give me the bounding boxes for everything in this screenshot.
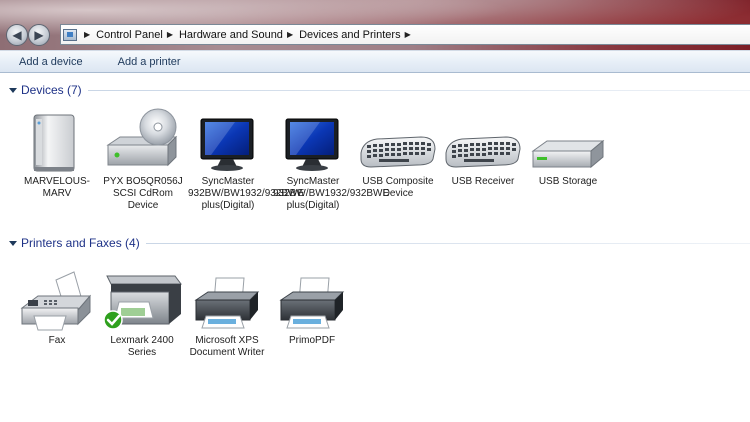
device-tile[interactable]: SyncMaster 932BW/BW1932/932BWE plus(Digi… bbox=[187, 107, 305, 212]
add-device-button[interactable]: Add a device bbox=[13, 54, 89, 70]
device-tile[interactable]: USB Storage bbox=[527, 107, 609, 188]
chevron-right-icon[interactable]: ▶ bbox=[84, 30, 90, 39]
chevron-right-icon[interactable]: ▶ bbox=[405, 30, 411, 39]
device-label: USB Receiver bbox=[451, 176, 515, 187]
collapse-arrow-icon[interactable] bbox=[9, 87, 17, 93]
devices-group-title: Devices (7) bbox=[21, 83, 82, 97]
device-label: USB Composite Device bbox=[362, 176, 434, 199]
device-label: SyncMaster 932BW/BW1932/932BWE plus(Digi… bbox=[273, 176, 390, 211]
group-divider bbox=[87, 90, 750, 91]
computer-tower-icon bbox=[16, 107, 98, 173]
control-panel-icon bbox=[63, 28, 77, 41]
device-label: USB Storage bbox=[538, 176, 598, 187]
multifunction-printer-icon bbox=[101, 266, 183, 332]
devices-group-header[interactable]: Devices (7) bbox=[0, 81, 750, 99]
printers-group-title: Printers and Faxes (4) bbox=[21, 236, 140, 250]
monitor-icon bbox=[187, 107, 269, 173]
add-printer-button[interactable]: Add a printer bbox=[112, 54, 187, 70]
printer-icon bbox=[186, 266, 268, 332]
keyboard-icon bbox=[357, 107, 439, 173]
printer-label: Lexmark 2400 Series bbox=[110, 335, 174, 358]
chevron-right-icon[interactable]: ▶ bbox=[167, 30, 173, 39]
device-tile[interactable]: USB Composite Device bbox=[357, 107, 439, 200]
command-bar: Add a device Add a printer bbox=[0, 50, 750, 73]
printer-icon bbox=[271, 266, 353, 332]
printer-label: Fax bbox=[48, 335, 66, 346]
cd-drive-icon bbox=[102, 107, 184, 173]
device-label: PYX BO5QR056J SCSI CdRom Device bbox=[103, 176, 183, 211]
collapse-arrow-icon[interactable] bbox=[9, 240, 17, 246]
group-divider bbox=[145, 243, 750, 244]
external-drive-icon bbox=[527, 107, 609, 173]
device-tile[interactable]: PYX BO5QR056J SCSI CdRom Device bbox=[102, 107, 184, 212]
monitor-icon bbox=[272, 107, 354, 173]
printer-tile[interactable]: Fax bbox=[16, 266, 98, 347]
arrow-right-icon: ▶ bbox=[34, 28, 44, 42]
printer-label: Microsoft XPS Document Writer bbox=[189, 335, 265, 358]
breadcrumb-control-panel[interactable]: Control Panel bbox=[96, 29, 163, 41]
printer-tile[interactable]: Microsoft XPS Document Writer bbox=[186, 266, 268, 359]
device-label: SyncMaster 932BW/BW1932/932BWE plus(Digi… bbox=[188, 176, 305, 211]
forward-button[interactable]: ▶ bbox=[28, 24, 50, 46]
breadcrumb-hardware-and-sound[interactable]: Hardware and Sound bbox=[179, 29, 283, 41]
address-bar[interactable]: ▶ Control Panel ▶ Hardware and Sound ▶ D… bbox=[60, 24, 750, 45]
back-button[interactable]: ◀ bbox=[6, 24, 28, 46]
window-glass-frame: ◀ ▶ ▶ Control Panel ▶ Hardware and Sound… bbox=[0, 0, 750, 50]
arrow-left-icon: ◀ bbox=[12, 28, 22, 42]
printers-group-header[interactable]: Printers and Faxes (4) bbox=[0, 234, 750, 252]
chevron-right-icon[interactable]: ▶ bbox=[287, 30, 293, 39]
breadcrumb-devices-and-printers[interactable]: Devices and Printers bbox=[299, 29, 401, 41]
printer-tile[interactable]: Lexmark 2400 Series bbox=[101, 266, 183, 359]
device-tile[interactable]: USB Receiver bbox=[442, 107, 524, 188]
device-tile[interactable]: MARVELOUS-MARV bbox=[16, 107, 98, 200]
keyboard-icon bbox=[442, 107, 524, 173]
device-tile[interactable]: SyncMaster 932BW/BW1932/932BWE plus(Digi… bbox=[272, 107, 390, 212]
fax-icon bbox=[16, 266, 98, 332]
devices-view: Devices (7) MARVELOUS-MARV PYX BO5QR056J… bbox=[0, 73, 750, 422]
printer-label: PrimoPDF bbox=[288, 335, 336, 346]
device-label: MARVELOUS-MARV bbox=[24, 176, 90, 199]
printer-tile[interactable]: PrimoPDF bbox=[271, 266, 353, 347]
default-checkmark-icon bbox=[103, 310, 123, 330]
